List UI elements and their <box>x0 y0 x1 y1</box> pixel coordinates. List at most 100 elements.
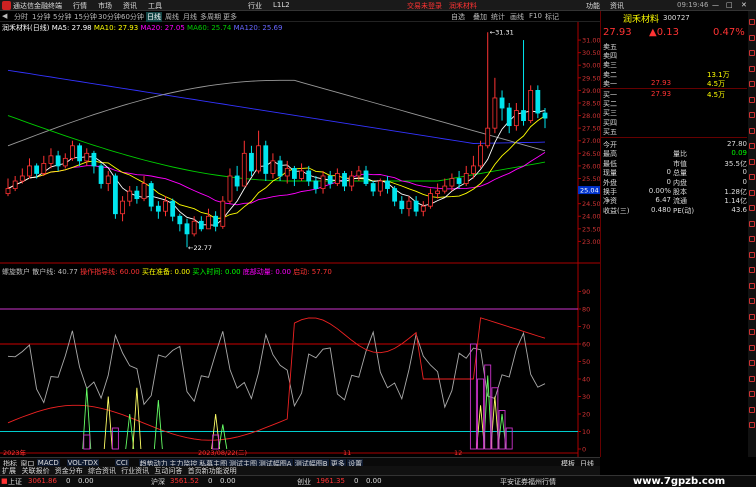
candle-body <box>91 152 97 167</box>
tab-timeshare[interactable]: 分时 <box>14 12 28 22</box>
mark-button[interactable]: 标记 <box>545 12 559 22</box>
sidebar-tool-icon[interactable] <box>749 189 755 196</box>
back-icon[interactable]: ◀ <box>2 12 7 20</box>
sidebar-tool-icon[interactable] <box>749 19 755 25</box>
close-icon[interactable]: ✕ <box>741 1 747 9</box>
ask-row[interactable]: 卖二 13.1万 <box>603 70 747 79</box>
app-title: 通达信金融终端 <box>13 2 62 10</box>
index-cy-name[interactable]: 创业 <box>297 477 311 487</box>
candle-body <box>249 152 254 172</box>
tab-monthly[interactable]: 月线 <box>183 12 197 22</box>
candle <box>234 165 240 192</box>
candle-body <box>320 175 326 189</box>
stock-name-link[interactable]: 润禾材料 <box>449 1 477 11</box>
ask-row[interactable]: 卖五 <box>603 42 747 51</box>
indicator-tick-label: 50 <box>582 358 590 366</box>
candle <box>428 188 433 209</box>
sidebar-tool-icon[interactable] <box>749 360 755 366</box>
minimize-icon[interactable]: — <box>712 1 719 9</box>
sidebar-tool-icon[interactable] <box>749 422 755 428</box>
sidebar-tool-icon[interactable] <box>749 298 755 304</box>
candle <box>155 201 161 219</box>
candle-body <box>241 152 247 187</box>
sidebar-tool-icon[interactable] <box>749 236 755 242</box>
sidebar-tool-icon[interactable] <box>749 96 755 103</box>
tab-1min[interactable]: 1分钟 <box>32 12 50 22</box>
menu-industry[interactable]: 行业 <box>248 1 262 11</box>
tab-30min[interactable]: 30分钟 <box>98 12 121 22</box>
stats-button[interactable]: 统计 <box>491 12 505 22</box>
overlay-button[interactable]: 叠加 <box>473 12 487 22</box>
bid-row[interactable]: 买一 27.93 4.5万 <box>603 90 747 99</box>
menu-quotes[interactable]: 行情 <box>73 1 87 11</box>
tab-more[interactable]: 更多 <box>223 12 237 22</box>
sidebar-tool-icon[interactable] <box>749 127 755 134</box>
sidebar-tool-icon[interactable] <box>749 313 755 320</box>
menu-news[interactable]: 资讯 <box>123 1 137 11</box>
indicator-tick-label: 90 <box>582 288 590 296</box>
sidebar-tool-icon[interactable] <box>749 267 755 273</box>
sidebar-tool-icon[interactable] <box>749 65 755 72</box>
index-cy-volume: 0.00 <box>366 477 382 485</box>
tab-multi-period[interactable]: 多周期 <box>200 12 221 22</box>
candle-body <box>141 183 147 200</box>
candle <box>521 40 526 126</box>
menu-market[interactable]: 市场 <box>98 1 112 11</box>
tab-daily[interactable]: 日线 <box>146 12 162 22</box>
ma60-line <box>7 115 546 182</box>
chart-area[interactable]: 31.00 30.50 30.00 29.50 29.00 28.50 28.00 27.50… <box>0 22 600 457</box>
favorites-button[interactable]: 自选 <box>451 12 465 22</box>
index-hs-name[interactable]: 沪深 <box>151 477 165 487</box>
sidebar-tool-icon[interactable] <box>749 143 755 149</box>
candle-body <box>528 90 534 122</box>
sidebar-tool-icon[interactable] <box>749 81 755 87</box>
sidebar-tool-icon[interactable] <box>749 251 755 258</box>
candle-body <box>120 200 125 215</box>
sidebar-tool-icon[interactable] <box>749 282 755 289</box>
candle <box>241 140 247 187</box>
candle-body <box>449 178 455 187</box>
sidebar-tool-icon[interactable] <box>749 344 755 351</box>
sidebar-tool-icon[interactable] <box>749 50 755 56</box>
sidebar-tool-icon[interactable] <box>749 112 755 118</box>
sidebar-tool-icon[interactable] <box>749 205 755 211</box>
sidebar-tool-icon[interactable] <box>749 406 755 413</box>
tab-15min[interactable]: 15分钟 <box>74 12 97 22</box>
sidebar-tool-icon[interactable] <box>749 329 755 335</box>
tab-5min[interactable]: 5分钟 <box>53 12 71 22</box>
bid-row[interactable]: 买四 <box>603 118 747 127</box>
f10-button[interactable]: F10 <box>529 12 542 20</box>
ask-row[interactable]: 卖三 <box>603 60 747 69</box>
sidebar-tool-icon[interactable] <box>749 158 755 165</box>
indicator-bar <box>212 434 220 450</box>
sidebar-tool-icon[interactable] <box>749 375 755 382</box>
bid-row[interactable]: 买二 <box>603 99 747 108</box>
login-status-link[interactable]: 交易未登录 <box>407 1 442 11</box>
tab-weekly[interactable]: 周线 <box>165 12 179 22</box>
menu-l1l2[interactable]: L1L2 <box>273 1 290 9</box>
bid-row[interactable]: 买五 <box>603 127 747 136</box>
candle <box>277 155 283 182</box>
maximize-icon[interactable]: □ <box>726 1 733 9</box>
ask-row[interactable]: 卖一 27.93 4.5万 <box>603 79 747 88</box>
sidebar-tool-icon[interactable] <box>749 220 755 227</box>
ask-row[interactable]: 卖四 <box>603 51 747 60</box>
stat-value: 6.47 <box>655 196 671 205</box>
sidebar-tool-icon[interactable] <box>749 391 755 397</box>
menu-tools[interactable]: 工具 <box>148 1 162 11</box>
candle-body <box>277 160 283 177</box>
candle <box>213 211 219 232</box>
draw-button[interactable]: 画线 <box>510 12 524 22</box>
stat-value: 0.09 <box>731 149 747 158</box>
sidebar-tool-icon[interactable] <box>749 174 755 180</box>
candle-body <box>5 188 11 194</box>
index-sh-name[interactable]: 上证 <box>8 477 22 487</box>
menu-function[interactable]: 功能 <box>586 1 600 11</box>
indicator-bar <box>477 378 485 450</box>
candle <box>148 181 154 212</box>
tab-60min[interactable]: 60分钟 <box>121 12 144 22</box>
sidebar-tool-icon[interactable] <box>749 34 755 41</box>
bid-row[interactable]: 买三 <box>603 108 747 117</box>
candle <box>263 140 269 182</box>
menu-info[interactable]: 资讯 <box>610 1 624 11</box>
